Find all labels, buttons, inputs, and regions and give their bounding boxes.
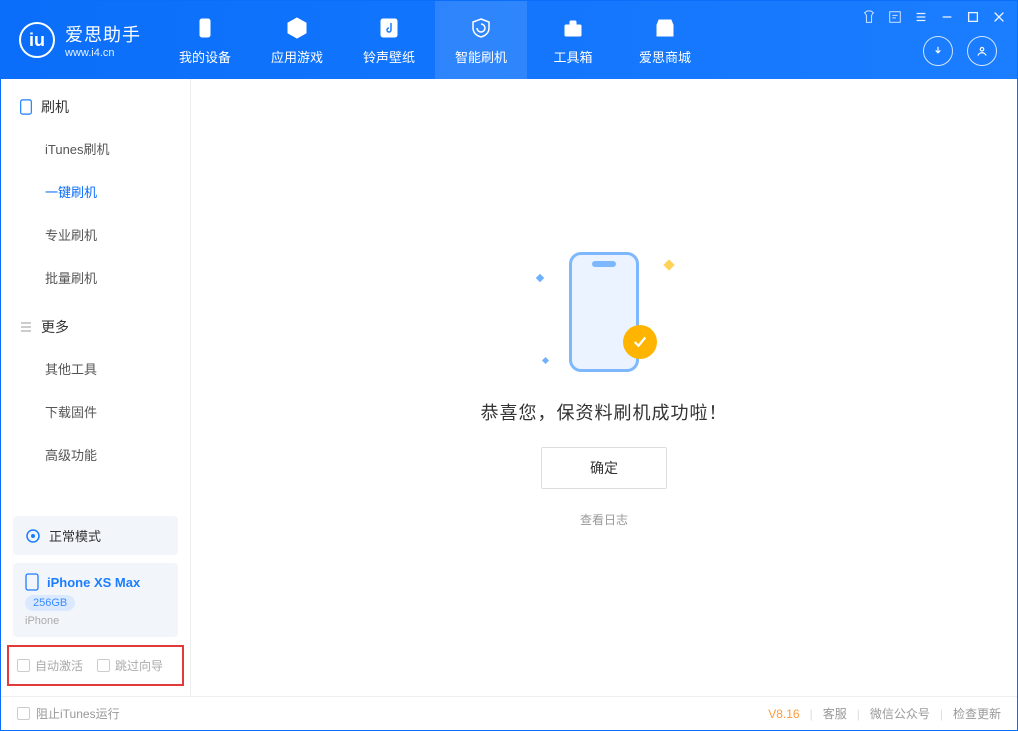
sidebar-bottom: 正常模式 iPhone XS Max 256GB iPhone 自动激活 跳过向… <box>1 508 190 696</box>
auto-activate-checkbox[interactable]: 自动激活 <box>17 657 83 674</box>
block-itunes-checkbox[interactable]: 阻止iTunes运行 <box>17 705 120 722</box>
nav-label: 智能刷机 <box>455 47 507 66</box>
version-label: V8.16 <box>768 707 799 721</box>
nav-label: 铃声壁纸 <box>363 47 415 66</box>
block-itunes-label: 阻止iTunes运行 <box>36 705 120 722</box>
sidebar-group-more: 更多 <box>1 299 190 347</box>
minimize-button[interactable] <box>939 9 955 25</box>
list-icon <box>19 319 33 335</box>
wechat-link[interactable]: 微信公众号 <box>870 705 930 722</box>
skip-guide-checkbox[interactable]: 跳过向导 <box>97 657 163 674</box>
device-phone-icon <box>25 573 39 591</box>
brand-logo-icon: iu <box>19 22 55 58</box>
auto-activate-label: 自动激活 <box>35 657 83 674</box>
nav-smart-flash[interactable]: 智能刷机 <box>435 1 527 79</box>
success-illustration <box>529 247 679 377</box>
app-window: iu 爱思助手 www.i4.cn 我的设备 应用游戏 铃声壁纸 智能刷机 <box>0 0 1018 731</box>
account-button[interactable] <box>967 36 997 66</box>
music-note-icon <box>376 15 402 41</box>
ok-button[interactable]: 确定 <box>541 447 667 489</box>
brand: iu 爱思助手 www.i4.cn <box>1 1 159 79</box>
maximize-button[interactable] <box>965 9 981 25</box>
nav-ringtones-wallpapers[interactable]: 铃声壁纸 <box>343 1 435 79</box>
store-icon <box>652 15 678 41</box>
sidebar-item-batch-flash[interactable]: 批量刷机 <box>1 256 190 299</box>
view-log-link[interactable]: 查看日志 <box>580 511 628 528</box>
sidebar-item-other-tools[interactable]: 其他工具 <box>1 347 190 390</box>
shirt-icon[interactable] <box>861 9 877 25</box>
sidebar-item-pro-flash[interactable]: 专业刷机 <box>1 213 190 256</box>
sidebar-group-title: 刷机 <box>41 97 69 117</box>
phone-icon <box>19 99 33 115</box>
sidebar-item-itunes-flash[interactable]: iTunes刷机 <box>1 127 190 170</box>
footer: 阻止iTunes运行 V8.16 | 客服 | 微信公众号 | 检查更新 <box>1 696 1017 730</box>
device-type: iPhone <box>25 615 59 627</box>
skip-guide-label: 跳过向导 <box>115 657 163 674</box>
sidebar-item-download-firmware[interactable]: 下载固件 <box>1 390 190 433</box>
close-button[interactable] <box>991 9 1007 25</box>
refresh-shield-icon <box>468 15 494 41</box>
menu-icon[interactable] <box>913 9 929 25</box>
brand-url: www.i4.cn <box>65 47 141 59</box>
top-nav: 我的设备 应用游戏 铃声壁纸 智能刷机 工具箱 爱思商城 <box>159 1 711 79</box>
sidebar-group-flash: 刷机 <box>1 79 190 127</box>
download-button[interactable] <box>923 36 953 66</box>
nav-label: 我的设备 <box>179 47 231 66</box>
sidebar-group-title: 更多 <box>41 317 69 337</box>
feedback-icon[interactable] <box>887 9 903 25</box>
header: iu 爱思助手 www.i4.cn 我的设备 应用游戏 铃声壁纸 智能刷机 <box>1 1 1017 79</box>
nav-label: 工具箱 <box>553 47 592 66</box>
check-update-link[interactable]: 检查更新 <box>953 705 1001 722</box>
mode-icon <box>25 528 41 544</box>
main-content: 恭喜您，保资料刷机成功啦！ 确定 查看日志 <box>191 79 1017 696</box>
cube-icon <box>284 15 310 41</box>
mode-label: 正常模式 <box>49 526 101 545</box>
body: 刷机 iTunes刷机 一键刷机 专业刷机 批量刷机 更多 其他工具 下载固件 … <box>1 79 1017 696</box>
nav-my-device[interactable]: 我的设备 <box>159 1 251 79</box>
sidebar-item-advanced[interactable]: 高级功能 <box>1 433 190 476</box>
sidebar: 刷机 iTunes刷机 一键刷机 专业刷机 批量刷机 更多 其他工具 下载固件 … <box>1 79 191 696</box>
device-storage: 256GB <box>25 595 75 611</box>
nav-store[interactable]: 爱思商城 <box>619 1 711 79</box>
customer-service-link[interactable]: 客服 <box>823 705 847 722</box>
flash-options-box: 自动激活 跳过向导 <box>7 645 184 686</box>
sidebar-item-oneclick-flash[interactable]: 一键刷机 <box>1 170 190 213</box>
check-badge-icon <box>623 325 657 359</box>
device-name: iPhone XS Max <box>47 575 140 590</box>
success-message: 恭喜您，保资料刷机成功啦！ <box>481 399 728 425</box>
nav-toolbox[interactable]: 工具箱 <box>527 1 619 79</box>
mode-card[interactable]: 正常模式 <box>13 516 178 555</box>
brand-name: 爱思助手 <box>65 21 141 47</box>
window-controls <box>861 9 1007 25</box>
toolbox-icon <box>560 15 586 41</box>
brand-text: 爱思助手 www.i4.cn <box>65 21 141 59</box>
device-card[interactable]: iPhone XS Max 256GB iPhone <box>13 563 178 637</box>
nav-label: 爱思商城 <box>639 47 691 66</box>
device-icon <box>192 15 218 41</box>
nav-apps-games[interactable]: 应用游戏 <box>251 1 343 79</box>
nav-label: 应用游戏 <box>271 47 323 66</box>
